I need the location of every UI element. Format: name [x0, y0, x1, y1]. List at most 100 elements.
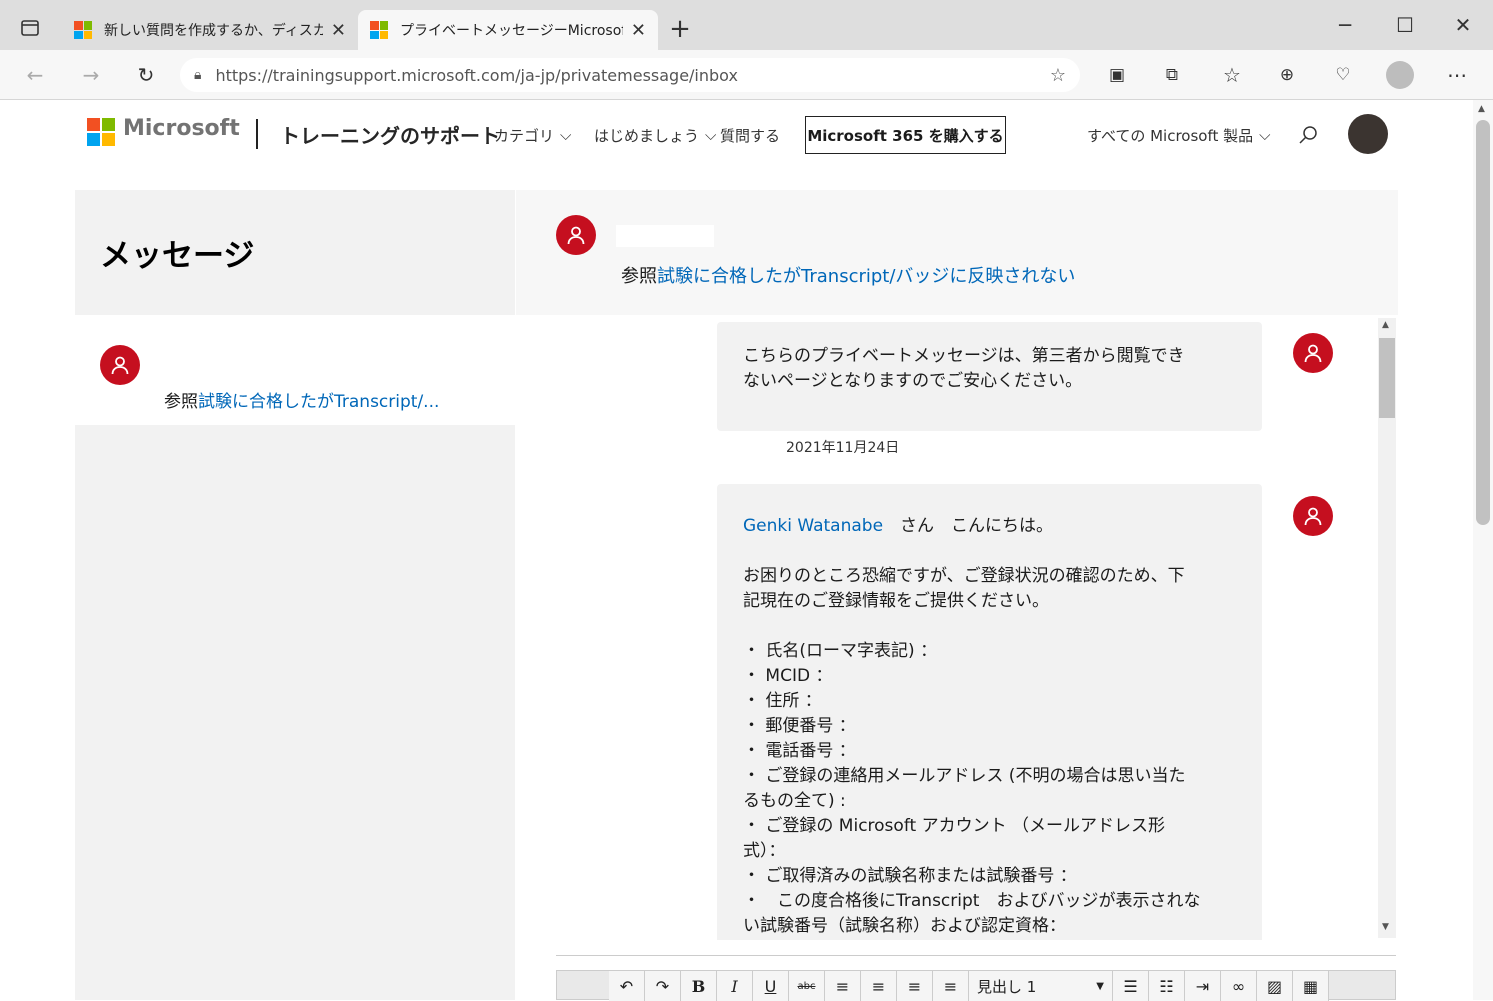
message-line: ・ この度合格後にTranscript およびバッジが表示されな — [743, 891, 1201, 911]
back-icon[interactable]: ← — [20, 60, 50, 90]
message-line — [743, 614, 1236, 639]
nav-label: はじめましょう — [594, 126, 700, 145]
all-products-menu[interactable]: すべての Microsoft 製品 ⌵ — [1087, 120, 1271, 150]
ref-label: 参照 — [164, 392, 198, 412]
message-line: ・ ご登録の Microsoft アカウント （メールアドレス形 — [743, 816, 1165, 836]
align-justify-icon[interactable]: ≡ — [933, 971, 969, 1001]
dropdown-arrow-icon: ▼ — [1096, 980, 1104, 992]
favorites-icon[interactable]: ☆ — [1217, 60, 1247, 90]
nav-label: すべての Microsoft 製品 — [1087, 126, 1254, 145]
header-divider — [256, 119, 258, 149]
nav-getting-started[interactable]: はじめましょう ⌵ — [594, 120, 716, 150]
user-avatar[interactable] — [1348, 114, 1388, 154]
scrollbar-thumb[interactable] — [1476, 120, 1490, 525]
tab-title: プライベートメッセージーMicrosoftコミ — [400, 23, 623, 39]
scroll-down-icon[interactable]: ▼ — [1382, 922, 1389, 932]
heading-select-value: 見出し 1 — [977, 977, 1037, 996]
align-right-icon[interactable]: ≡ — [897, 971, 933, 1001]
page-scrollbar[interactable]: ▲ — [1473, 100, 1493, 1000]
buy-m365-button[interactable]: Microsoft 365 を購入する — [805, 116, 1006, 154]
inbox-item[interactable]: 参照試験に合格したがTranscript/... — [75, 315, 515, 425]
collections-icon[interactable]: ⊕ — [1272, 60, 1302, 90]
inbox-item-ref: 参照試験に合格したがTranscript/... — [164, 387, 439, 412]
editor-buttons: ↶ ↷ B I U abc ≡ ≡ ≡ ≡ 見出し 1 ▼ ☰ ☷ ⇥ ∞ ▨ ▦ — [609, 971, 1329, 1001]
chevron-down-icon: ⌵ — [1259, 126, 1271, 144]
message-line: ・ 住所 ： — [743, 691, 822, 711]
microsoft-logo-icon — [370, 21, 388, 39]
underline-button[interactable]: U — [753, 971, 789, 1001]
nav-categories[interactable]: カテゴリ ⌵ — [494, 120, 571, 150]
address-bar[interactable]: 🔒︎ https://trainingsupport.microsoft.com… — [180, 58, 1080, 92]
table-icon[interactable]: ▦ — [1293, 971, 1329, 1001]
microsoft-logo-icon — [74, 21, 92, 39]
user-icon — [556, 215, 596, 255]
scroll-up-icon[interactable]: ▲ — [1478, 104, 1485, 114]
brand-name[interactable]: Microsoft — [123, 116, 240, 141]
search-icon[interactable] — [1294, 120, 1322, 150]
italic-button[interactable]: I — [717, 971, 753, 1001]
immersive-reader-icon[interactable]: ▣ — [1102, 60, 1132, 90]
user-icon — [1293, 496, 1333, 536]
heading-select[interactable]: 見出し 1 ▼ — [969, 971, 1113, 1001]
close-window-icon[interactable]: ✕ — [1448, 10, 1478, 40]
thread-ref: 参照試験に合格したがTranscript/バッジに反映されない — [621, 262, 1075, 288]
align-left-icon[interactable]: ≡ — [825, 971, 861, 1001]
tab-ask-question[interactable]: 新しい質問を作成するか、ディスカッ ✕ — [62, 10, 358, 50]
tab-private-message[interactable]: プライベートメッセージーMicrosoftコミ ✕ — [358, 10, 658, 50]
ref-link[interactable]: 試験に合格したがTranscript/バッジに反映されない — [657, 266, 1075, 287]
close-tab-icon[interactable]: ✕ — [331, 20, 346, 41]
favorite-add-icon[interactable]: ☆ — [1050, 65, 1066, 86]
thread-scrollbar[interactable]: ▲ ▼ — [1378, 318, 1396, 938]
message-line: 記現在のご登録情報をご提供ください。 — [743, 591, 1049, 611]
redo-icon[interactable]: ↷ — [645, 971, 681, 1001]
new-tab-button[interactable]: + — [666, 14, 694, 44]
more-options-icon[interactable]: ⋯ — [1442, 60, 1472, 90]
editor-divider — [556, 955, 1396, 956]
tab-title: 新しい質問を作成するか、ディスカッ — [104, 23, 323, 39]
chevron-down-icon: ⌵ — [705, 126, 717, 144]
user-name-link[interactable]: Genki Watanabe — [743, 516, 883, 536]
link-icon[interactable]: ∞ — [1221, 971, 1257, 1001]
lock-icon: 🔒︎ — [194, 67, 202, 83]
thread-header: 参照試験に合格したがTranscript/バッジに反映されない — [516, 190, 1398, 315]
message-line: ・ 氏名(ローマ字表記) ： — [743, 641, 938, 661]
indent-icon[interactable]: ⇥ — [1185, 971, 1221, 1001]
chevron-down-icon: ⌵ — [560, 126, 572, 144]
image-icon[interactable]: ▨ — [1257, 971, 1293, 1001]
bold-button[interactable]: B — [681, 971, 717, 1001]
scrollbar-thumb[interactable] — [1379, 338, 1395, 418]
scroll-up-icon[interactable]: ▲ — [1382, 320, 1389, 330]
maximize-icon[interactable]: ☐ — [1390, 10, 1420, 40]
close-tab-icon[interactable]: ✕ — [631, 20, 646, 41]
bullet-list-icon[interactable]: ☰ — [1113, 971, 1149, 1001]
align-center-icon[interactable]: ≡ — [861, 971, 897, 1001]
message-line: こちらのプライベートメッセージは、第三者から閲覧でき — [743, 346, 1185, 366]
messages-header-panel: メッセージ — [75, 190, 515, 315]
minimize-icon[interactable]: ─ — [1330, 10, 1360, 40]
ref-link[interactable]: 試験に合格したがTranscript/... — [198, 392, 439, 412]
tab-actions-icon[interactable] — [16, 14, 44, 42]
numbered-list-icon[interactable]: ☷ — [1149, 971, 1185, 1001]
messages-heading: メッセージ — [100, 238, 255, 274]
message-date: 2021年11月24日 — [786, 440, 900, 456]
message-line: 式）： — [743, 841, 786, 861]
forward-icon[interactable]: → — [76, 60, 106, 90]
strikethrough-button[interactable]: abc — [789, 971, 825, 1001]
nav-label: 質問する — [720, 126, 781, 145]
nav-ask-question[interactable]: 質問する — [720, 120, 780, 150]
site-title[interactable]: トレーニングのサポート — [280, 120, 500, 149]
inbox-list-empty-area — [75, 425, 515, 1000]
user-icon — [1293, 333, 1333, 373]
profile-avatar[interactable] — [1386, 61, 1414, 89]
message-bubble: こちらのプライベートメッセージは、第三者から閲覧でき ないページとなりますのでご… — [717, 322, 1262, 431]
message-thread: こちらのプライベートメッセージは、第三者から閲覧でき ないページとなりますのでご… — [516, 315, 1378, 940]
browser-essentials-icon[interactable]: ♡ — [1328, 60, 1358, 90]
nav-label: カテゴリ — [494, 126, 555, 145]
undo-icon[interactable]: ↶ — [609, 971, 645, 1001]
message-line: ・ ご取得済みの試験名称または試験番号 ： — [743, 866, 1077, 886]
message-line: ないページとなりますのでご安心ください。 — [743, 371, 1083, 391]
message-line: お困りのところ恐縮ですが、ご登録状況の確認のため、下 — [743, 566, 1185, 586]
extensions-icon[interactable]: ⧉ — [1157, 60, 1187, 90]
refresh-icon[interactable]: ↻ — [131, 60, 161, 90]
microsoft-logo-icon[interactable] — [87, 118, 115, 146]
